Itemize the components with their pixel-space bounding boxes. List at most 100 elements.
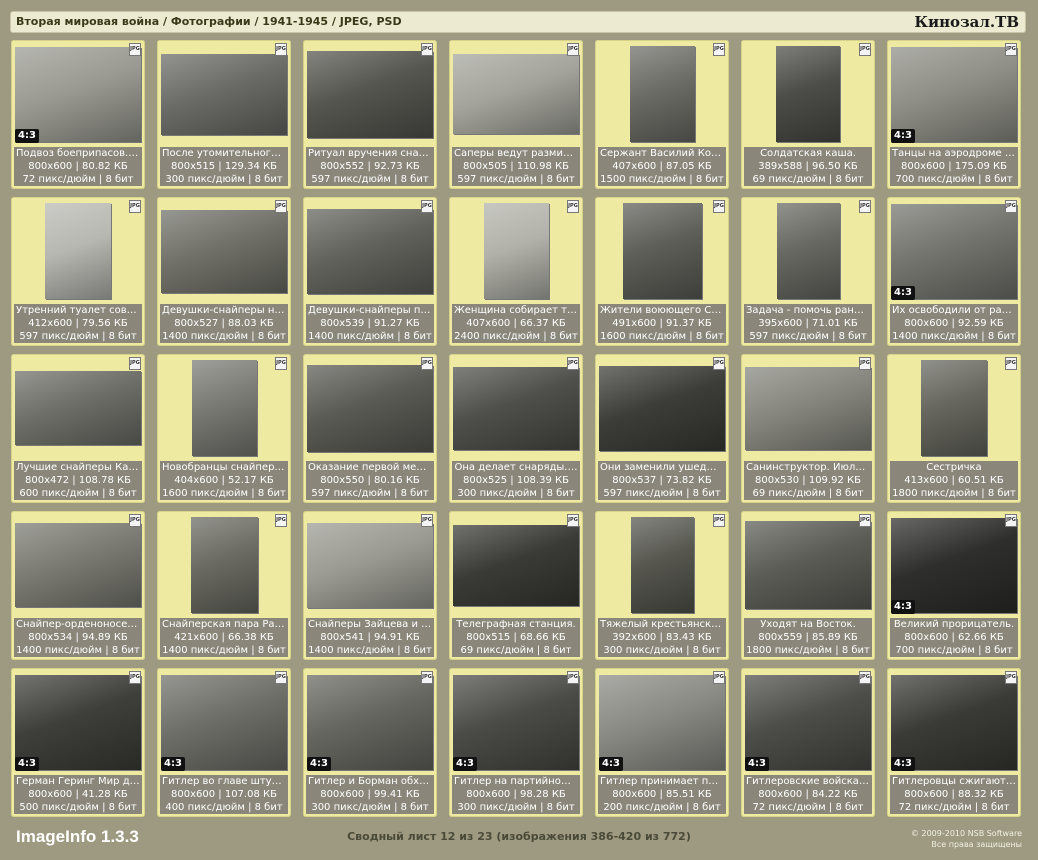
thumbnail-image[interactable] xyxy=(161,54,287,135)
image-info: Жители воюющего Ст… 491x600 | 91.37 КБ 160… xyxy=(598,304,726,343)
thumbnail-image[interactable] xyxy=(777,203,840,299)
image-resolution: 597 пикс/дюйм | 8 бит xyxy=(603,488,721,499)
image-title: Новобранцы снайперс… xyxy=(162,462,288,473)
thumbnail-tile[interactable]: JPG 4:3 Их освободили от раб… 800x600 | 92.… xyxy=(887,197,1021,346)
thumbnail-tile[interactable]: JPG 4:3 Великий прорицатель. 800x600 | 62.6… xyxy=(887,511,1021,660)
thumbnail-tile[interactable]: JPG Женщина собирает тр… 407x600 | 66.37 К… xyxy=(449,197,583,346)
thumbnail-image[interactable] xyxy=(453,525,579,606)
thumbnail-image[interactable] xyxy=(599,366,725,451)
thumbnail-image[interactable] xyxy=(161,210,287,293)
image-info: Телеграфная станция. 800x515 | 68.66 КБ 69… xyxy=(452,618,580,657)
thumbnail-tile[interactable]: JPG 4:3 Гитлер во главе штур… 800x600 | 107… xyxy=(157,668,291,817)
image-info: Сестричка 413x600 | 60.51 КБ 1800 пикс/дюй… xyxy=(890,461,1018,500)
image-resolution: 72 пикс/дюйм | 8 бит xyxy=(752,802,864,813)
thumbnail-tile[interactable]: JPG 4:3 Гитлер на партийном … 800x600 | 98.… xyxy=(449,668,583,817)
image-dimensions: 413x600 | 60.51 КБ xyxy=(904,475,1004,486)
image-title: Снайперы Зайцева и П… xyxy=(308,619,434,630)
thumbnail-tile[interactable]: JPG Задача - помочь ране… 395x600 | 71.01 … xyxy=(741,197,875,346)
thumbnail-tile[interactable]: JPG Снайпер-орденоносец… 800x534 | 94.89 К… xyxy=(11,511,145,660)
thumbnail-tile[interactable]: JPG Лучшие снайперы Кал… 800x472 | 108.78 … xyxy=(11,354,145,503)
image-dimensions: 800x530 | 109.92 КБ xyxy=(755,475,861,486)
thumbnail-image[interactable] xyxy=(891,204,1017,299)
thumbnail-tile[interactable]: JPG Девушки-снайперы пе… 800x539 | 91.27 К… xyxy=(303,197,437,346)
image-dimensions: 800x600 | 80.82 КБ xyxy=(28,161,128,172)
thumbnail-image[interactable] xyxy=(307,51,433,138)
thumbnail-tile[interactable]: JPG 4:3 Гитлер и Борман обхо… 800x600 | 99.… xyxy=(303,668,437,817)
image-title: Женщина собирает тр… xyxy=(454,305,580,316)
thumbnail-tile[interactable]: JPG Жители воюющего Ст… 491x600 | 91.37 КБ… xyxy=(595,197,729,346)
thumbnail-image[interactable] xyxy=(891,47,1017,142)
thumbnail-image[interactable] xyxy=(630,46,695,142)
thumbnail-image[interactable] xyxy=(745,521,871,609)
thumbnail-tile[interactable]: JPG После утомительного … 800x515 | 129.34… xyxy=(157,40,291,189)
thumbnail-tile[interactable]: JPG Оказание первой мед… 800x550 | 80.16 К… xyxy=(303,354,437,503)
thumbnail-image[interactable] xyxy=(307,209,433,294)
image-title: Их освободили от раб… xyxy=(892,305,1018,316)
collection-path: Вторая мировая война / Фотографии / 1941… xyxy=(16,15,402,28)
image-title: Девушки-снайперы пе… xyxy=(308,305,434,316)
jpg-file-icon: JPG xyxy=(275,43,287,56)
thumbnail-image[interactable] xyxy=(745,367,871,450)
image-info: После утомительного … 800x515 | 129.34 КБ… xyxy=(160,147,288,186)
thumbnail-tile[interactable]: JPG Саперы ведут размин… 800x505 | 110.98 … xyxy=(449,40,583,189)
thumbnail-image[interactable] xyxy=(307,675,433,770)
thumbnail-tile[interactable]: JPG Снайперская пара Раз… 421x600 | 66.38 … xyxy=(157,511,291,660)
thumbnail-image[interactable] xyxy=(891,675,1017,770)
thumbnail-image[interactable] xyxy=(15,371,141,445)
thumbnail-tile[interactable]: JPG Тяжелый крестьянски… 392x600 | 83.43 К… xyxy=(595,511,729,660)
thumbnail-image[interactable] xyxy=(631,517,694,613)
image-title: Ритуал вручения снай… xyxy=(308,148,434,159)
thumbnail-tile[interactable]: JPG Ритуал вручения снай… 800x552 | 92.73 … xyxy=(303,40,437,189)
image-title: Гитлеровцы сжигают … xyxy=(892,776,1018,787)
thumbnail-image[interactable] xyxy=(161,675,287,770)
thumbnail-image[interactable] xyxy=(484,203,549,299)
thumbnail-tile[interactable]: JPG 4:3 Танцы на аэродроме в… 800x600 | 175… xyxy=(887,40,1021,189)
thumbnail-tile[interactable]: JPG 4:3 Гитлер принимает пар… 800x600 | 85.… xyxy=(595,668,729,817)
image-dimensions: 800x527 | 88.03 КБ xyxy=(174,318,274,329)
thumbnail-image[interactable] xyxy=(599,675,725,770)
thumbnail-image[interactable] xyxy=(15,675,141,770)
image-title: Сестричка xyxy=(926,462,982,473)
thumbnail-tile[interactable]: JPG Телеграфная станция. 800x515 | 68.66 К… xyxy=(449,511,583,660)
thumbnail-tile[interactable]: JPG Сержант Василий Кор… 407x600 | 87.05 К… xyxy=(595,40,729,189)
image-resolution: 597 пикс/дюйм | 8 бит xyxy=(311,174,429,185)
thumbnail-image[interactable] xyxy=(15,523,141,607)
thumbnail-tile[interactable]: JPG Она делает снаряды.… 800x525 | 108.39 … xyxy=(449,354,583,503)
thumbnail-tile[interactable]: JPG Сестричка 413x600 | 60.51 КБ 1800 пикс/… xyxy=(887,354,1021,503)
image-dimensions: 800x600 | 92.59 КБ xyxy=(904,318,1004,329)
thumbnail-image[interactable] xyxy=(307,523,433,608)
thumbnail-tile[interactable]: JPG Новобранцы снайперс… 404x600 | 52.17 К… xyxy=(157,354,291,503)
thumbnail-image[interactable] xyxy=(307,365,433,452)
thumbnail-image[interactable] xyxy=(891,518,1017,613)
image-resolution: 1400 пикс/дюйм | 8 бит xyxy=(892,331,1016,342)
thumbnail-tile[interactable]: JPG Они заменили ушедши… 800x537 | 73.82 К… xyxy=(595,354,729,503)
thumbnail-tile[interactable]: JPG 4:3 Герман Геринг Мир до… 800x600 | 41.… xyxy=(11,668,145,817)
thumbnail-tile[interactable]: JPG 4:3 Гитлеровские войска … 800x600 | 84.… xyxy=(741,668,875,817)
image-info: Гитлер принимает пар… 800x600 | 85.51 КБ 2… xyxy=(598,775,726,814)
image-dimensions: 800x550 | 80.16 КБ xyxy=(320,475,420,486)
thumbnail-image[interactable] xyxy=(776,46,840,142)
thumbnail-tile[interactable]: JPG Девушки-снайперы на… 800x527 | 88.03 К… xyxy=(157,197,291,346)
thumbnail-image[interactable] xyxy=(191,517,258,613)
image-resolution: 69 пикс/дюйм | 8 бит xyxy=(752,174,864,185)
thumbnail-tile[interactable]: JPG Солдатская каша. 389x588 | 96.50 КБ 69 … xyxy=(741,40,875,189)
thumbnail-image[interactable] xyxy=(453,367,579,450)
image-info: Новобранцы снайперс… 404x600 | 52.17 КБ 16… xyxy=(160,461,288,500)
thumbnail-tile[interactable]: JPG Санинструктор. Июль… 800x530 | 109.92 … xyxy=(741,354,875,503)
thumbnail-image[interactable] xyxy=(45,203,111,299)
title-bar: Вторая мировая война / Фотографии / 1941… xyxy=(10,11,1026,33)
image-title: Гитлер и Борман обхо… xyxy=(308,776,434,787)
thumbnail-tile[interactable]: JPG 4:3 Гитлеровцы сжигают … 800x600 | 88.3… xyxy=(887,668,1021,817)
thumbnail-image[interactable] xyxy=(921,360,987,456)
thumbnail-tile[interactable]: JPG 4:3 Подвоз боеприпасов. … 800x600 | 80.… xyxy=(11,40,145,189)
thumbnail-image[interactable] xyxy=(15,47,141,142)
thumbnail-image[interactable] xyxy=(453,54,579,134)
thumbnail-tile[interactable]: JPG Снайперы Зайцева и П… 800x541 | 94.91 … xyxy=(303,511,437,660)
thumbnail-image[interactable] xyxy=(623,203,702,299)
thumbnail-tile[interactable]: JPG Утренний туалет сове… 412x600 | 79.56 … xyxy=(11,197,145,346)
thumbnail-image[interactable] xyxy=(745,675,871,770)
thumbnail-tile[interactable]: JPG Уходят на Восток. 800x559 | 85.89 КБ 18… xyxy=(741,511,875,660)
thumbnail-image[interactable] xyxy=(453,675,579,770)
image-title: Она делает снаряды.… xyxy=(454,462,578,473)
thumbnail-image[interactable] xyxy=(192,360,257,456)
